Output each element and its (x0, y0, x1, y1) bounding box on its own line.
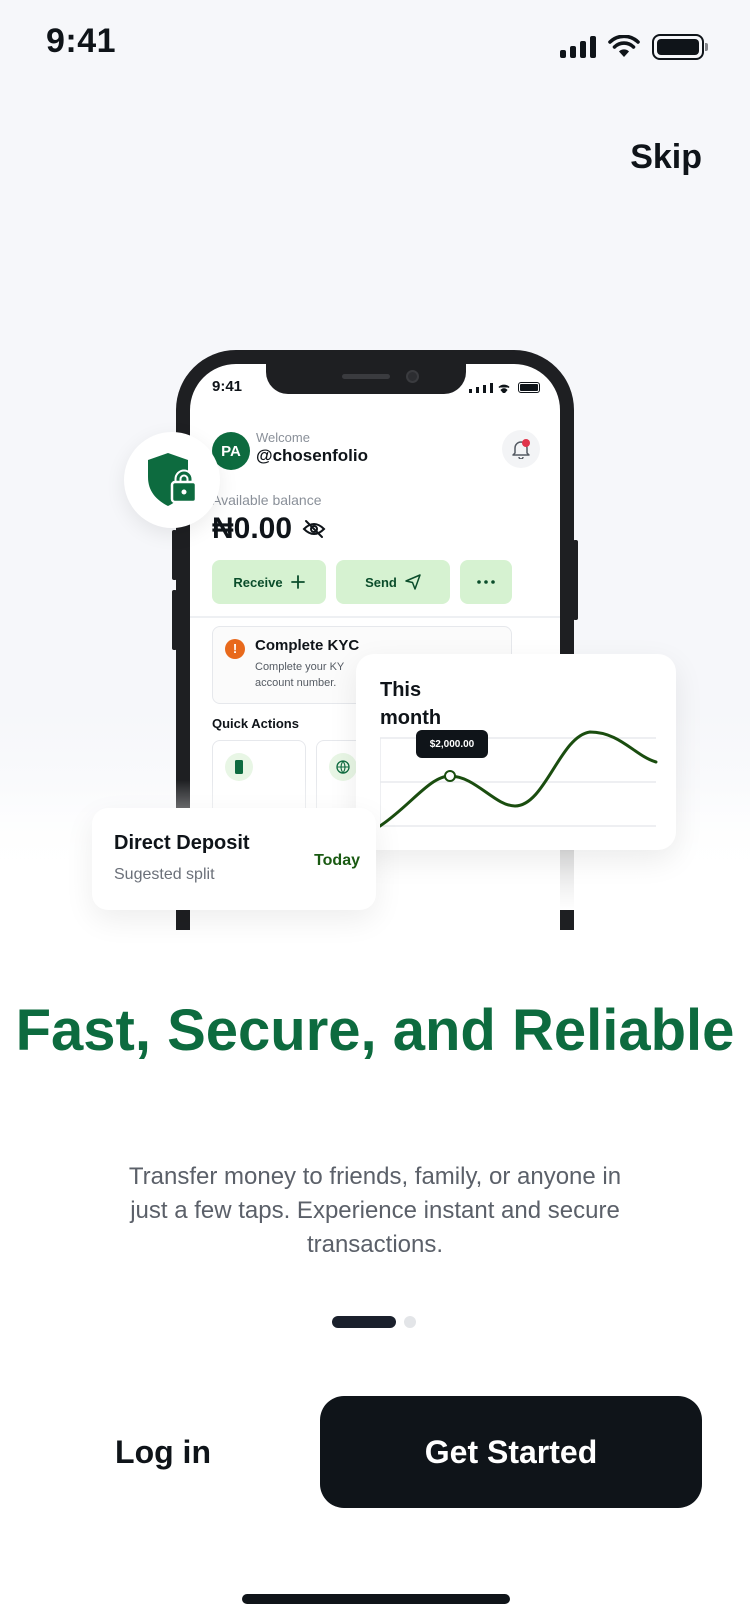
balance-display: ₦0.00 (212, 512, 326, 546)
page-dot (404, 1316, 416, 1328)
get-started-button[interactable]: Get Started (320, 1396, 702, 1508)
available-balance-label: Available balance (212, 492, 322, 508)
receive-label: Receive (233, 574, 283, 590)
divider (190, 616, 560, 618)
kyc-text-line1: Complete your KY (255, 661, 345, 673)
login-button[interactable]: Log in (48, 1396, 278, 1508)
send-button: Send (336, 560, 450, 604)
send-label: Send (365, 574, 397, 590)
direct-deposit-card: Direct Deposit Sugested split Today (92, 808, 376, 910)
plus-icon (290, 575, 305, 589)
more-button (460, 560, 512, 604)
signal-icon (560, 36, 596, 58)
phone-icon (235, 760, 243, 774)
more-icon (477, 580, 495, 584)
globe-icon (336, 760, 350, 774)
security-badge (124, 432, 220, 528)
mockup-status-icons (469, 382, 540, 393)
page-dot-active (332, 1316, 396, 1328)
shield-lock-icon (148, 453, 198, 506)
status-icons (560, 34, 708, 60)
mockup-wifi-icon (498, 384, 510, 393)
wifi-icon (608, 35, 640, 57)
deposit-title: Direct Deposit (114, 832, 250, 854)
phone-notch (266, 364, 466, 394)
status-time: 9:41 (46, 22, 117, 60)
kyc-title: Complete KYC (255, 637, 360, 654)
battery-icon (652, 34, 708, 60)
monthly-chart-title: This month (380, 679, 442, 729)
mockup-status-time: 9:41 (212, 378, 243, 395)
alert-icon: ! (225, 639, 245, 659)
onboarding-description: Transfer money to friends, family, or an… (128, 1163, 622, 1258)
receive-button: Receive (212, 560, 326, 604)
kyc-text-line2: account number. (255, 677, 337, 689)
notification-bell-icon (502, 430, 540, 468)
skip-button[interactable]: Skip (630, 138, 702, 177)
deposit-date: Today (314, 852, 360, 869)
welcome-label: Welcome (256, 430, 310, 445)
eye-off-icon (302, 520, 326, 538)
send-icon (405, 574, 421, 590)
chart-tooltip: $2,000.00 (416, 730, 488, 758)
deposit-subtitle: Sugested split (114, 866, 215, 883)
quick-actions-title: Quick Actions (212, 716, 299, 731)
balance-value: ₦0.00 (212, 512, 293, 545)
page-indicator (332, 1316, 416, 1328)
mockup-battery-icon (518, 382, 540, 393)
onboarding-headline: Fast, Secure, and Reliable (15, 998, 735, 1063)
username-handle: @chosenfolio (256, 446, 368, 465)
home-indicator (242, 1594, 510, 1604)
monthly-chart-card: This month $2,000.00 (356, 654, 676, 850)
